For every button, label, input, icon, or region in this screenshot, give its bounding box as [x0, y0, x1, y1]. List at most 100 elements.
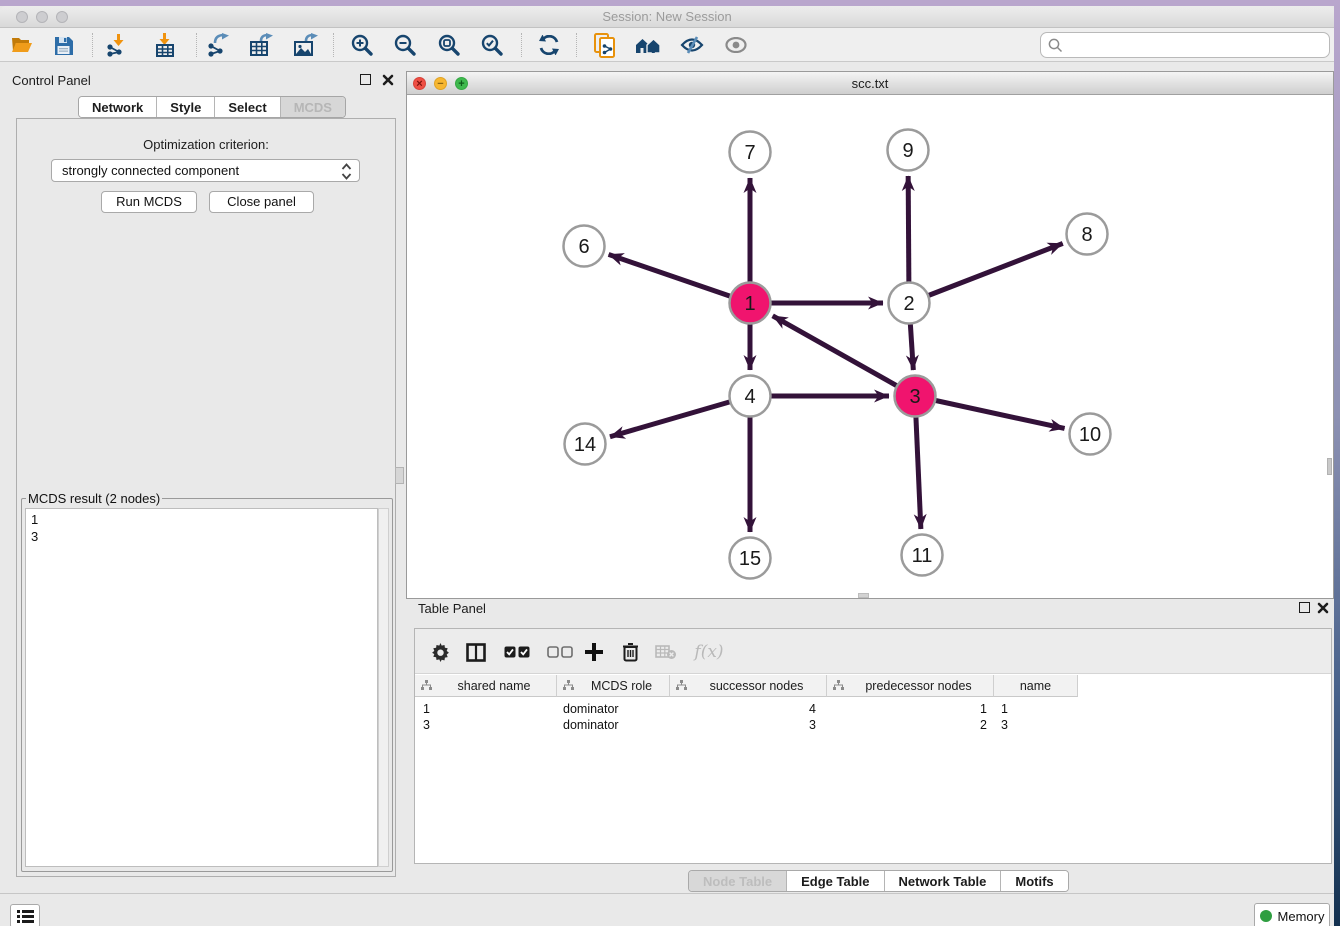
table-cell[interactable]: 3: [423, 718, 430, 734]
control-panel-float-button[interactable]: [360, 74, 371, 85]
edge-3-1[interactable]: [773, 316, 915, 396]
network-scrollbar-grip[interactable]: [1327, 458, 1332, 475]
toolbar-separator: [196, 33, 197, 57]
deselect-all-columns-button[interactable]: [543, 637, 577, 667]
tab-network-table[interactable]: Network Table: [885, 871, 1002, 891]
table-cell[interactable]: 2: [827, 718, 987, 734]
export-network-button[interactable]: [203, 31, 237, 59]
export-network-icon: [207, 33, 233, 57]
control-panel-title: Control Panel: [12, 73, 91, 88]
mcds-result-label: MCDS result (2 nodes): [26, 491, 162, 506]
import-network-button[interactable]: [101, 31, 135, 59]
zoom-in-button[interactable]: [345, 31, 379, 59]
delete-table-button[interactable]: [651, 637, 681, 667]
save-session-button[interactable]: [46, 31, 80, 59]
import-network-icon: [106, 33, 130, 57]
delete-column-button[interactable]: [615, 637, 645, 667]
eye-slash-icon: [680, 36, 704, 54]
optimization-criterion-dropdown[interactable]: strongly connected component: [51, 159, 360, 182]
zoom-selected-button[interactable]: [475, 31, 509, 59]
run-mcds-button[interactable]: Run MCDS: [101, 191, 197, 213]
table-cell[interactable]: 3: [670, 718, 816, 734]
edge-4-14[interactable]: [610, 396, 750, 437]
column-header-predecessor-nodes[interactable]: predecessor nodes: [827, 675, 994, 697]
zoom-fit-button[interactable]: [432, 31, 466, 59]
table-cell[interactable]: 1: [1001, 702, 1008, 718]
search-field[interactable]: [1040, 32, 1330, 58]
control-panel-close-button[interactable]: [382, 74, 394, 86]
column-header-shared-name[interactable]: shared name: [415, 675, 557, 697]
tab-network[interactable]: Network: [79, 97, 157, 117]
table-cell[interactable]: dominator: [563, 702, 619, 718]
network-view-window: × − + scc.txt 7968124314101511: [406, 71, 1334, 599]
edge-1-6[interactable]: [609, 254, 750, 303]
zoom-in-icon: [351, 34, 374, 57]
list-icon: [17, 909, 34, 923]
table-cell[interactable]: 1: [423, 702, 430, 718]
toolbar-separator: [92, 33, 93, 57]
close-icon: [1317, 602, 1329, 614]
show-panels-button[interactable]: [719, 31, 753, 59]
optimization-criterion-label: Optimization criterion:: [17, 137, 395, 152]
zoom-out-button[interactable]: [388, 31, 422, 59]
table-panel-close-button[interactable]: [1317, 602, 1329, 614]
refresh-icon: [538, 35, 560, 55]
tab-node-table[interactable]: Node Table: [689, 871, 787, 891]
table-panel-float-button[interactable]: [1299, 602, 1310, 613]
export-image-icon: [293, 33, 320, 57]
column-header-mcds-role[interactable]: MCDS role: [557, 675, 670, 697]
task-history-button[interactable]: [10, 904, 40, 926]
column-type-icon: [421, 680, 432, 691]
toolbar-separator: [521, 33, 522, 57]
edge-3-10[interactable]: [915, 396, 1065, 428]
node-label-8: 8: [1081, 224, 1092, 246]
tab-edge-table[interactable]: Edge Table: [787, 871, 884, 891]
import-table-button[interactable]: [149, 31, 183, 59]
refresh-network-button[interactable]: [532, 31, 566, 59]
search-input[interactable]: [1063, 35, 1329, 55]
export-table-button[interactable]: [245, 31, 279, 59]
mcds-result-scrollbar[interactable]: [378, 508, 389, 867]
column-type-icon: [833, 680, 844, 691]
table-cell[interactable]: 4: [670, 702, 816, 718]
function-builder-button[interactable]: f(x): [687, 637, 731, 667]
select-all-columns-button[interactable]: [500, 637, 534, 667]
desktop-background-right: [1334, 0, 1340, 926]
column-header-successor-nodes[interactable]: successor nodes: [670, 675, 827, 697]
column-type-icon: [676, 680, 687, 691]
hide-panels-button[interactable]: [675, 31, 709, 59]
status-bar: Memory: [0, 893, 1334, 926]
export-image-button[interactable]: [289, 31, 323, 59]
search-icon: [1048, 38, 1063, 53]
tab-mcds[interactable]: MCDS: [281, 97, 345, 117]
column-header-name[interactable]: name: [994, 675, 1078, 697]
new-network-from-selection-button[interactable]: [588, 31, 622, 59]
tab-style[interactable]: Style: [157, 97, 215, 117]
table-settings-button[interactable]: [427, 637, 453, 667]
table-cell[interactable]: dominator: [563, 718, 619, 734]
memory-button[interactable]: Memory: [1254, 903, 1330, 926]
plus-icon: [584, 642, 604, 662]
network-bottom-grip[interactable]: [858, 593, 869, 598]
network-window-titlebar[interactable]: × − + scc.txt: [407, 72, 1333, 95]
edge-2-8[interactable]: [909, 243, 1063, 303]
import-table-icon: [155, 33, 177, 57]
split-columns-button[interactable]: [462, 637, 490, 667]
show-all-networks-button[interactable]: [631, 31, 665, 59]
mcds-result-textarea[interactable]: 1 3: [25, 508, 378, 867]
deselect-all-icon: [547, 646, 573, 658]
table-cell[interactable]: 1: [827, 702, 987, 718]
panel-divider-handle[interactable]: [395, 467, 404, 484]
table-cell[interactable]: 3: [1001, 718, 1008, 734]
network-window-title: scc.txt: [407, 76, 1333, 91]
control-panel: Control Panel Network Style Select MCDS …: [6, 65, 400, 887]
node-label-4: 4: [744, 386, 755, 408]
tab-select[interactable]: Select: [215, 97, 280, 117]
node-label-14: 14: [574, 434, 596, 456]
network-canvas[interactable]: 7968124314101511: [407, 95, 1333, 598]
node-label-1: 1: [744, 293, 755, 315]
tab-motifs[interactable]: Motifs: [1001, 871, 1067, 891]
open-session-button[interactable]: [5, 31, 39, 59]
close-panel-button[interactable]: Close panel: [209, 191, 314, 213]
add-column-button[interactable]: [577, 637, 611, 667]
